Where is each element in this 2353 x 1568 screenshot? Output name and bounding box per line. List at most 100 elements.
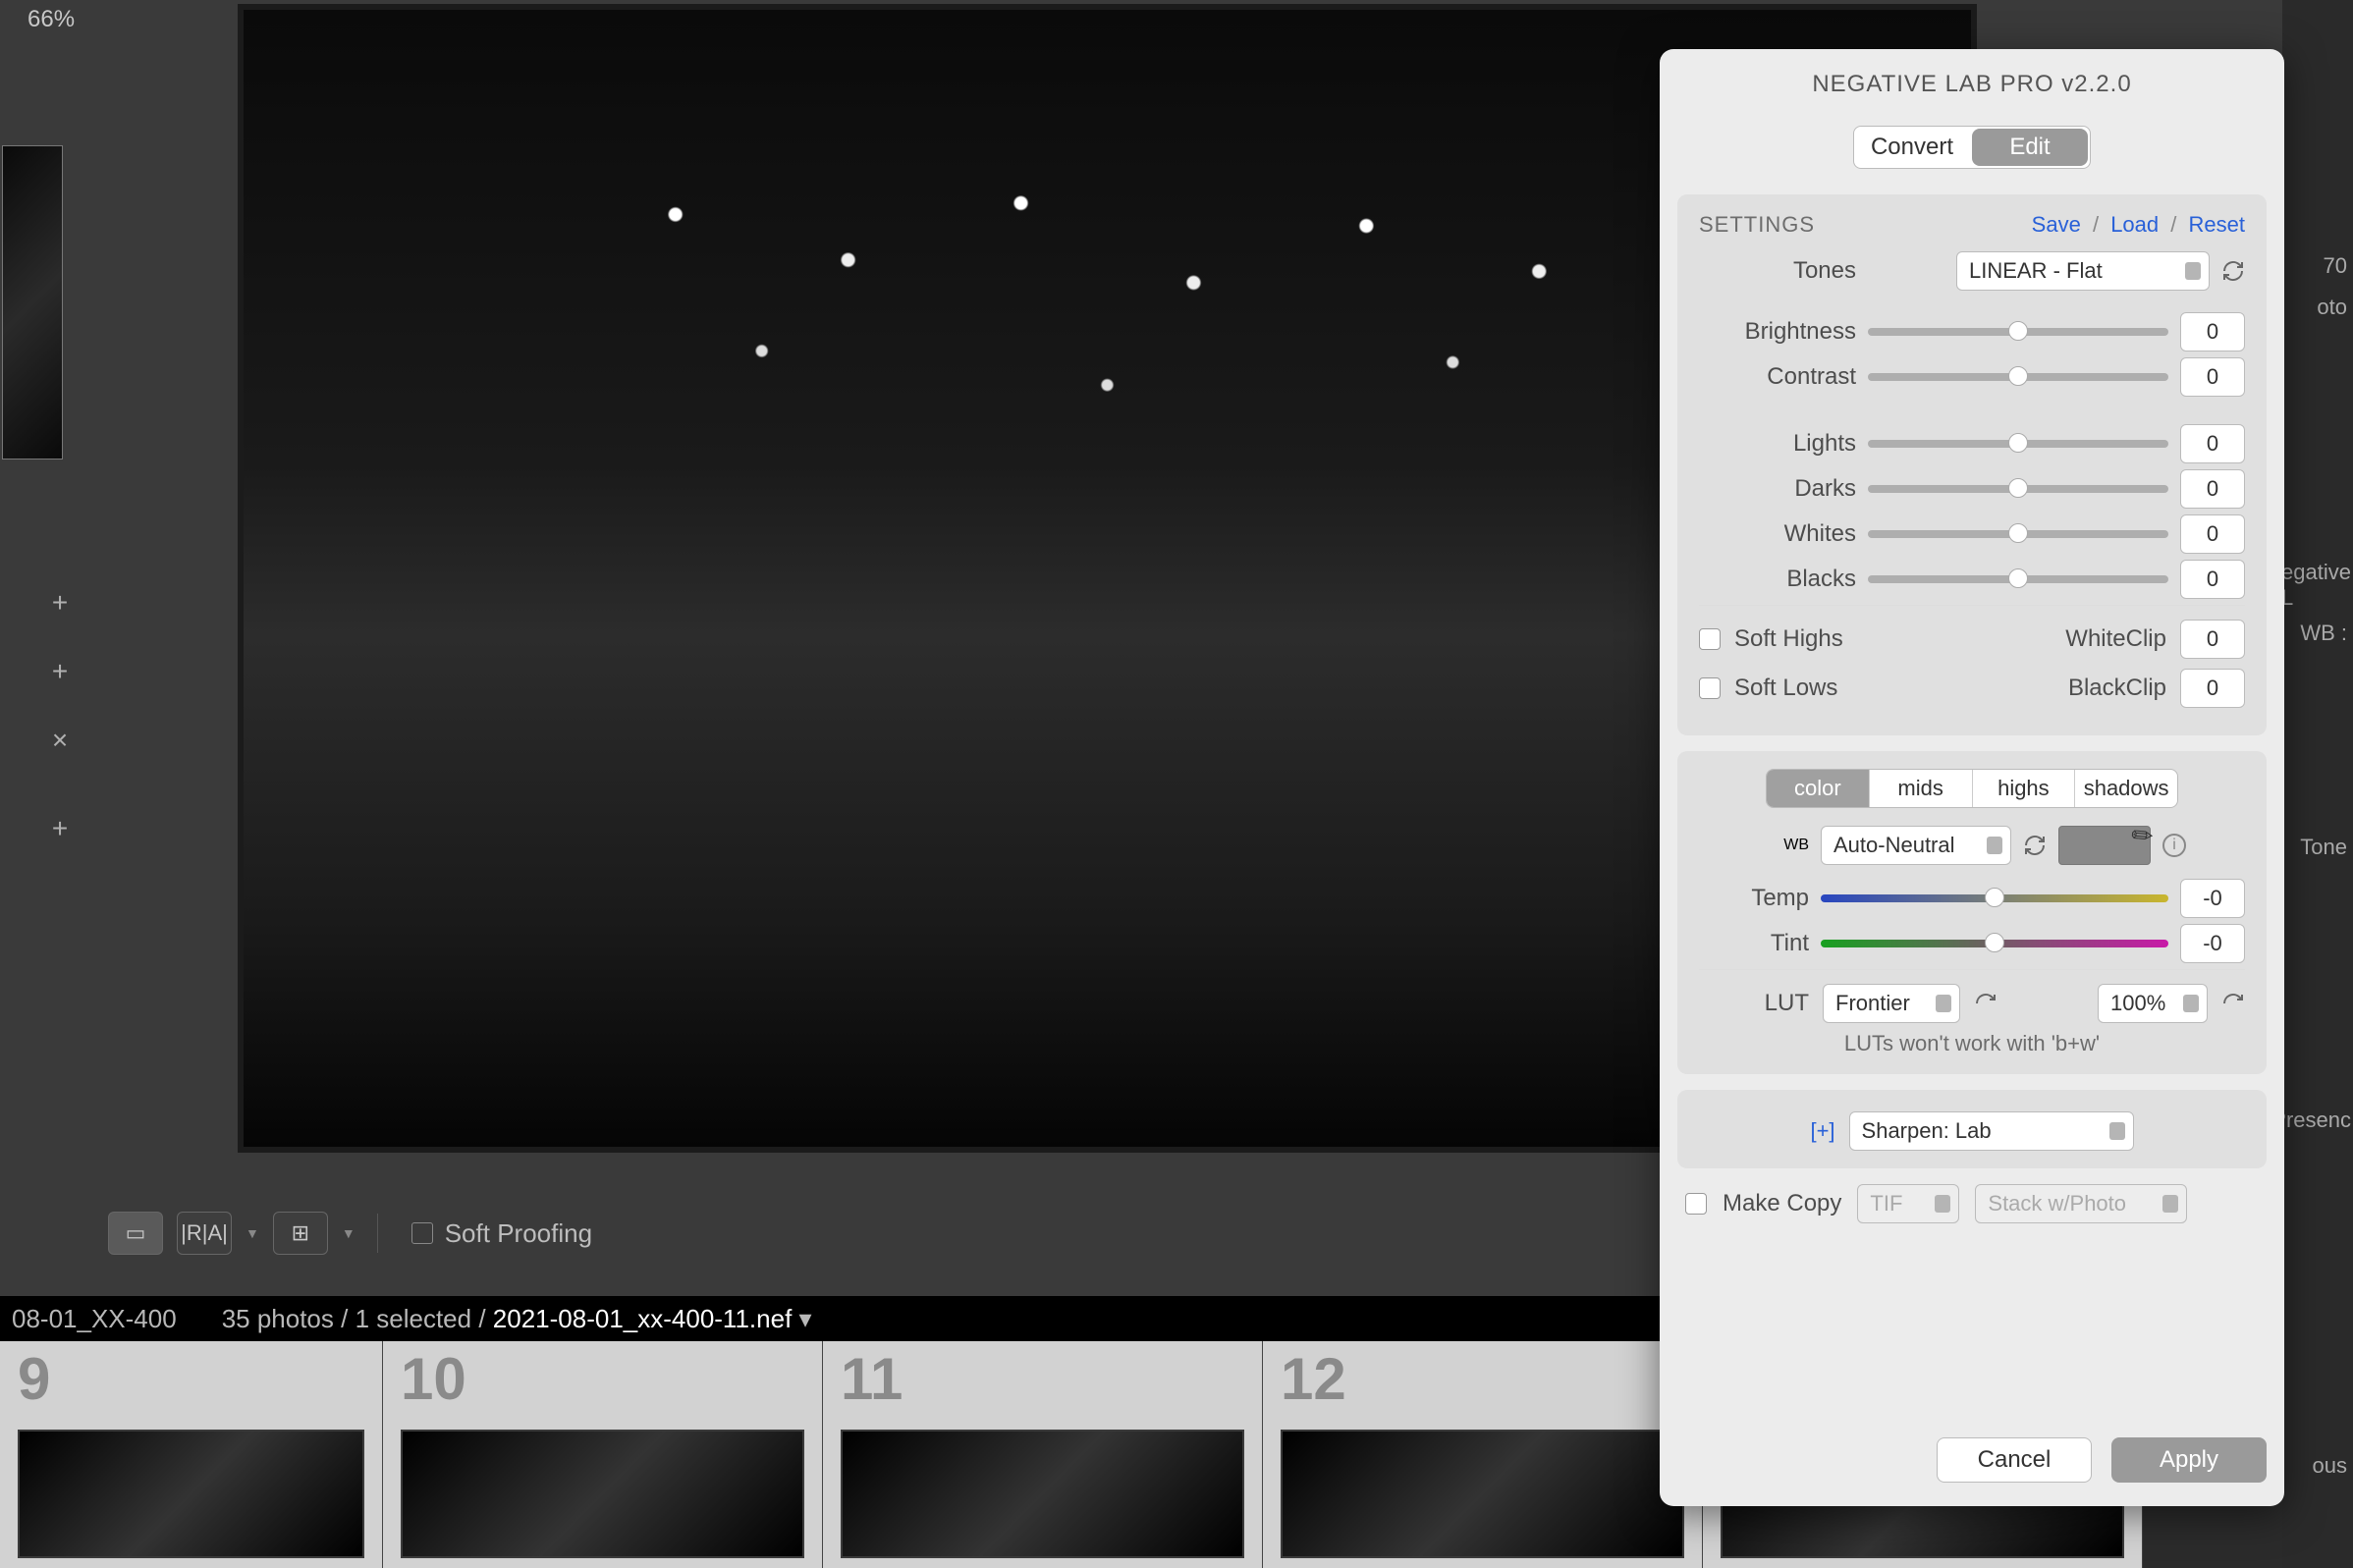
whites-label: Whites [1699,520,1856,548]
refresh-icon[interactable] [2221,992,2245,1015]
contrast-label: Contrast [1699,363,1856,391]
soft-proofing-label: Soft Proofing [445,1218,592,1249]
soft-highs-checkbox[interactable] [1699,628,1721,650]
status-count: 35 photos [222,1304,334,1333]
save-link[interactable]: Save [2032,212,2081,237]
mode-segmented-control[interactable]: Convert Edit [1853,126,2091,169]
brightness-value[interactable]: 0 [2180,312,2245,351]
lut-select[interactable]: Frontier [1823,984,1960,1023]
wb-swatch[interactable]: ✎ [2058,826,2151,865]
filmstrip-index: 12 [1281,1345,1346,1413]
blacks-value[interactable]: 0 [2180,560,2245,599]
lut-strength-select[interactable]: 100% [2098,984,2208,1023]
wb-select[interactable]: Auto-Neutral [1821,826,2011,865]
filmstrip-thumb[interactable] [841,1430,1244,1558]
tab-shadows[interactable]: shadows [2074,770,2177,807]
tab-color[interactable]: color [1767,770,1869,807]
cancel-button[interactable]: Cancel [1937,1437,2092,1483]
tones-select[interactable]: LINEAR - Flat [1956,251,2210,291]
reset-link[interactable]: Reset [2189,212,2245,237]
sharpen-panel: [+] Sharpen: Lab [1677,1090,2267,1168]
blackclip-value[interactable]: 0 [2180,669,2245,708]
tones-label: Tones [1699,257,1856,285]
copy-stack-select[interactable]: Stack w/Photo [1975,1184,2187,1223]
reference-view-button[interactable]: ⊞ [273,1212,328,1255]
whites-value[interactable]: 0 [2180,514,2245,554]
loupe-view-button[interactable]: ▭ [108,1212,163,1255]
load-link[interactable]: Load [2110,212,2159,237]
side-label: ous [2313,1453,2347,1479]
copy-format-select[interactable]: TIF [1857,1184,1959,1223]
brightness-label: Brightness [1699,318,1856,346]
side-label: Tone [2300,835,2347,860]
filmstrip-thumb[interactable] [401,1430,804,1558]
info-icon[interactable]: i [2162,834,2186,857]
tab-highs[interactable]: highs [1972,770,2075,807]
blacks-slider[interactable] [1868,575,2168,583]
contrast-value[interactable]: 0 [2180,357,2245,397]
side-label: egative L [2281,560,2351,611]
panel-add-icon-2[interactable]: + [47,656,73,687]
navigator-thumb[interactable] [2,145,63,460]
settings-label: SETTINGS [1699,212,1815,238]
wb-label: WB [1699,837,1809,854]
filmstrip-cell[interactable]: 12 [1263,1341,1703,1568]
tab-mids[interactable]: mids [1869,770,1972,807]
filmstrip-thumb[interactable] [1281,1430,1684,1558]
darks-slider[interactable] [1868,485,2168,493]
side-label: WB : [2300,621,2347,646]
panel-add-icon-1[interactable]: + [47,587,73,619]
tab-convert[interactable]: Convert [1854,127,1970,168]
soft-highs-label: Soft Highs [1734,625,1843,653]
zoom-level: 66% [27,6,75,33]
side-label: oto [2317,295,2347,320]
whites-slider[interactable] [1868,530,2168,538]
make-copy-label: Make Copy [1723,1190,1841,1217]
temp-value[interactable]: -0 [2180,879,2245,918]
tint-value[interactable]: -0 [2180,924,2245,963]
lights-value[interactable]: 0 [2180,424,2245,463]
darks-label: Darks [1699,475,1856,503]
soft-proofing-checkbox[interactable] [411,1222,433,1244]
refresh-icon[interactable] [1974,992,1997,1015]
make-copy-row: Make Copy TIF Stack w/Photo [1677,1184,2267,1231]
settings-panel: SETTINGS Save / Load / Reset Tones LINEA… [1677,194,2267,735]
darks-value[interactable]: 0 [2180,469,2245,509]
temp-slider[interactable] [1821,894,2168,902]
soft-lows-label: Soft Lows [1734,675,1837,702]
dialog-title: NEGATIVE LAB PRO v2.2.0 [1677,71,2267,98]
refresh-icon[interactable] [2221,259,2245,283]
temp-label: Temp [1699,885,1809,912]
tab-edit[interactable]: Edit [1972,129,2088,166]
eyedropper-icon[interactable]: ✎ [2125,818,2161,855]
filmstrip-cell[interactable]: 10 [383,1341,823,1568]
brightness-slider[interactable] [1868,328,2168,336]
before-after-button[interactable]: |R|A| [177,1212,232,1255]
panel-close-icon[interactable]: × [47,725,73,756]
soft-lows-checkbox[interactable] [1699,677,1721,699]
color-panel: color mids highs shadows WB Auto-Neutral… [1677,751,2267,1074]
add-sharpen-link[interactable]: [+] [1810,1118,1834,1144]
contrast-slider[interactable] [1868,373,2168,381]
panel-add-icon-3[interactable]: + [47,813,73,844]
apply-button[interactable]: Apply [2111,1437,2267,1483]
whiteclip-value[interactable]: 0 [2180,620,2245,659]
filmstrip-thumb[interactable] [18,1430,364,1558]
whiteclip-label: WhiteClip [2065,625,2166,653]
make-copy-checkbox[interactable] [1685,1193,1707,1215]
negative-lab-pro-dialog: NEGATIVE LAB PRO v2.2.0 Convert Edit SET… [1660,49,2284,1506]
status-filename[interactable]: 2021-08-01_xx-400-11.nef [493,1304,793,1333]
tint-label: Tint [1699,930,1809,957]
lut-label: LUT [1699,990,1809,1017]
sharpen-select[interactable]: Sharpen: Lab [1849,1111,2134,1151]
color-tabs[interactable]: color mids highs shadows [1766,769,2178,808]
tint-slider[interactable] [1821,940,2168,947]
lights-slider[interactable] [1868,440,2168,448]
lights-label: Lights [1699,430,1856,458]
blacks-label: Blacks [1699,566,1856,593]
filmstrip-index: 9 [18,1345,50,1413]
filmstrip-index: 10 [401,1345,466,1413]
refresh-icon[interactable] [2023,834,2047,857]
filmstrip-cell[interactable]: 9 [0,1341,383,1568]
filmstrip-cell[interactable]: 11 [823,1341,1263,1568]
